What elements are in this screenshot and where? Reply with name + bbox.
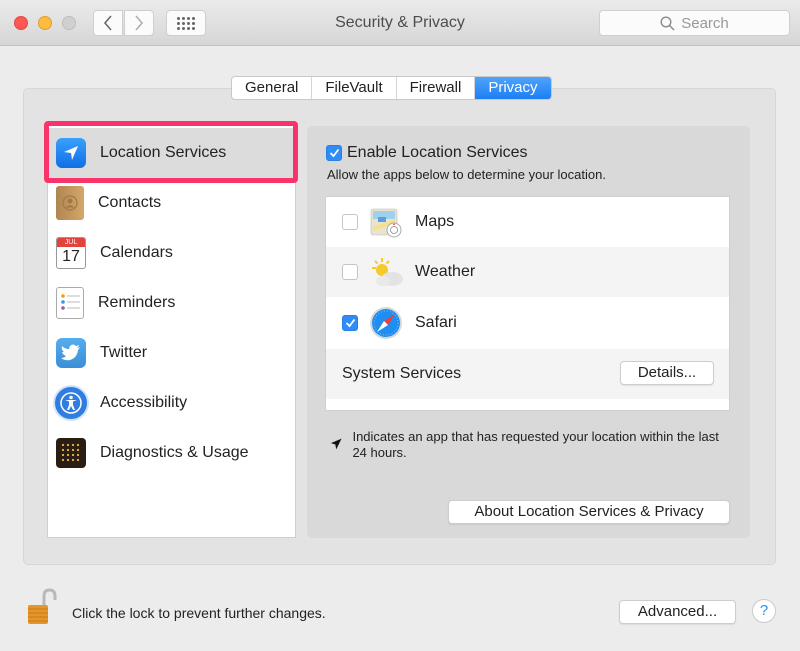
weather-checkbox[interactable] <box>342 264 358 280</box>
safari-checkbox[interactable] <box>342 315 358 331</box>
indicator-text: Indicates an app that has requested your… <box>352 429 719 460</box>
twitter-bird-icon <box>56 338 86 368</box>
tab-filevault[interactable]: FileVault <box>312 77 397 99</box>
safari-compass-icon <box>368 305 404 341</box>
location-arrow-icon <box>56 138 86 168</box>
maps-checkbox[interactable] <box>342 214 358 230</box>
sidebar-item-label: Diagnostics & Usage <box>100 444 249 461</box>
search-placeholder: Search <box>681 14 729 32</box>
sidebar-item-accessibility[interactable]: Accessibility <box>48 378 295 428</box>
app-name: Maps <box>415 213 455 230</box>
title-bar: Security & Privacy Search <box>0 0 800 46</box>
tab-firewall[interactable]: Firewall <box>397 77 476 99</box>
calendar-day: 17 <box>62 248 80 265</box>
calendar-icon: JUL 17 <box>56 237 86 269</box>
sidebar-item-reminders[interactable]: Reminders <box>48 278 295 328</box>
sidebar-item-label: Twitter <box>100 344 148 361</box>
sidebar-item-label: Accessibility <box>100 394 188 411</box>
system-services-label: System Services <box>342 365 462 382</box>
enable-location-services-label: Enable Location Services <box>347 144 528 161</box>
app-row-safari[interactable]: Safari <box>326 298 729 348</box>
lock-status-text: Click the lock to prevent further change… <box>72 605 326 621</box>
checkmark-icon <box>329 148 339 158</box>
app-row-maps[interactable]: Maps <box>326 197 729 247</box>
allow-apps-description: Allow the apps below to determine your l… <box>327 167 606 182</box>
advanced-button[interactable]: Advanced... <box>619 600 736 624</box>
location-arrow-icon <box>330 438 342 450</box>
contacts-book-icon <box>56 186 84 220</box>
sidebar-item-label: Calendars <box>100 244 173 261</box>
reminders-list-icon <box>56 287 84 319</box>
checkbox-checked[interactable] <box>326 145 342 161</box>
sidebar-item-label: Reminders <box>98 294 176 311</box>
sidebar-item-label: Contacts <box>98 194 162 211</box>
sidebar-item-contacts[interactable]: Contacts <box>48 178 295 228</box>
calendar-month: JUL <box>57 238 85 247</box>
tab-privacy[interactable]: Privacy <box>475 77 551 99</box>
sidebar-item-label: Location Services <box>100 144 227 161</box>
enable-location-services-checkbox[interactable]: Enable Location Services <box>326 144 528 162</box>
about-location-services-button[interactable]: About Location Services & Privacy <box>448 500 730 524</box>
weather-sun-cloud-icon <box>368 254 404 290</box>
checkmark-icon <box>345 318 355 328</box>
details-button[interactable]: Details... <box>620 361 714 385</box>
sidebar-item-diagnostics-usage[interactable]: Diagnostics & Usage <box>48 428 295 478</box>
sidebar-item-calendars[interactable]: JUL 17 Calendars <box>48 228 295 278</box>
app-row-weather[interactable]: Weather <box>326 247 729 297</box>
location-indicator-legend: Indicates an app that has requested your… <box>330 429 730 461</box>
app-name: Weather <box>415 263 476 280</box>
tab-general[interactable]: General <box>232 77 313 99</box>
sidebar-item-location-services[interactable]: Location Services <box>48 128 295 178</box>
search-icon <box>660 15 675 31</box>
help-button[interactable]: ? <box>752 599 776 623</box>
accessibility-person-icon <box>53 385 89 421</box>
app-name: Safari <box>415 314 457 331</box>
privacy-category-list[interactable]: Location Services Contacts JUL 17 Calend… <box>47 125 296 538</box>
search-field[interactable]: Search <box>599 10 790 36</box>
diagnostics-grid-icon <box>56 438 86 468</box>
tab-bar: General FileVault Firewall Privacy <box>231 76 552 100</box>
unlocked-padlock-icon[interactable] <box>27 588 57 633</box>
maps-icon <box>368 204 404 240</box>
sidebar-item-twitter[interactable]: Twitter <box>48 328 295 378</box>
